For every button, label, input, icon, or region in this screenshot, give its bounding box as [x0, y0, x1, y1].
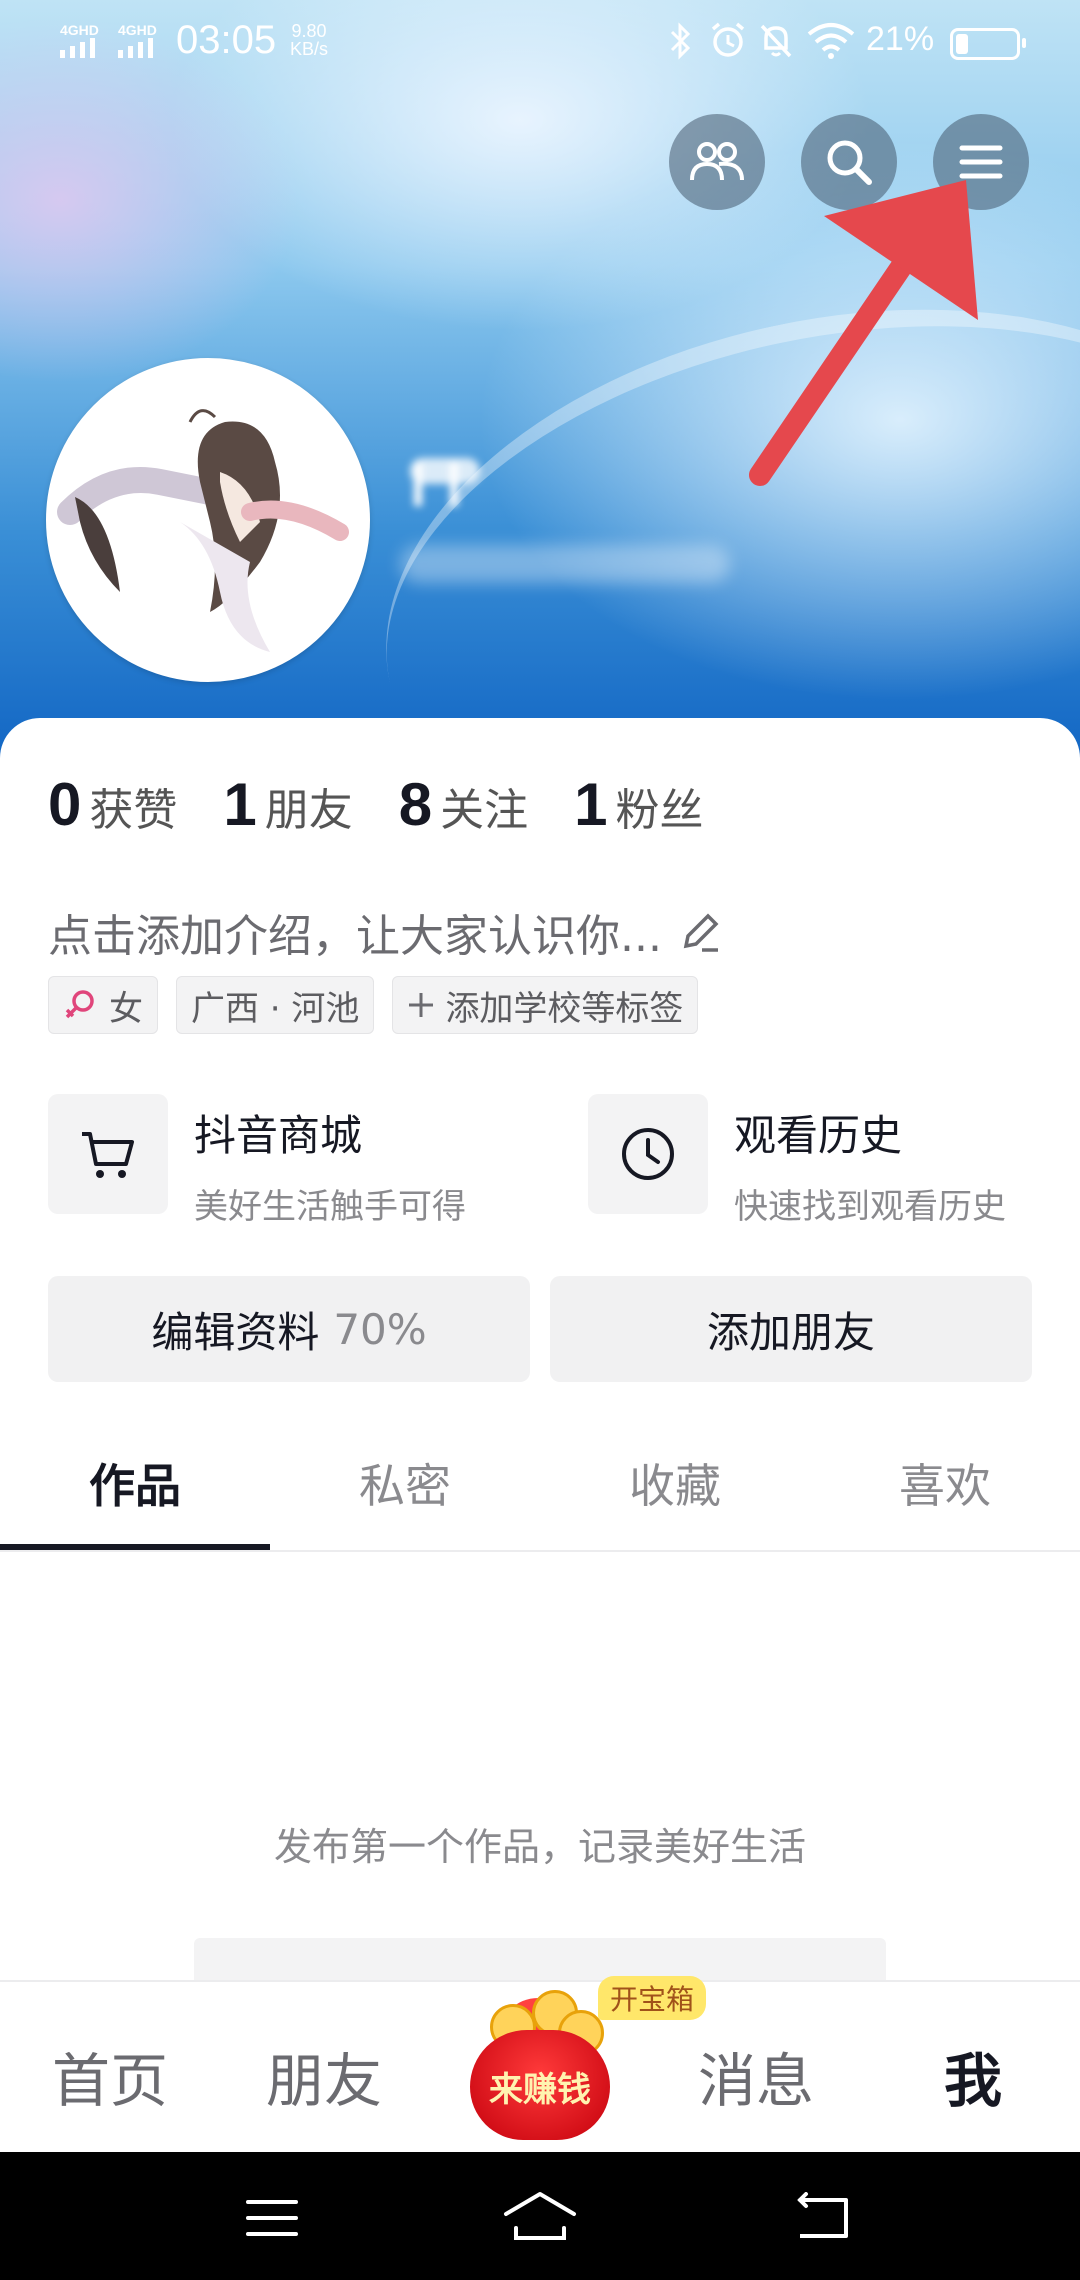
stat-likes[interactable]: 0 获赞 — [48, 770, 177, 839]
profile-completion: 70% — [333, 1304, 427, 1354]
signal-bars-icon — [118, 38, 153, 58]
mall-text: 抖音商城 美好生活触手可得 — [194, 1094, 466, 1228]
history-text: 观看历史 快速找到观看历史 — [734, 1094, 1006, 1228]
wifi-icon — [807, 23, 855, 59]
nav-messages[interactable]: 消息 — [698, 2034, 814, 2118]
nav-home[interactable]: 首页 — [52, 2034, 168, 2118]
plus-icon — [409, 993, 434, 1017]
home-icon[interactable] — [500, 2188, 580, 2244]
annotation-arrow-icon — [749, 180, 978, 486]
stat-following[interactable]: 8 关注 — [399, 770, 528, 839]
nav-me[interactable]: 我 — [944, 2034, 1002, 2118]
edit-pencil-icon — [683, 913, 719, 952]
gender-tag[interactable]: 女 — [48, 976, 158, 1034]
stat-number: 1 — [574, 771, 608, 838]
battery-percent: 21% — [866, 20, 935, 58]
recent-apps-icon[interactable] — [244, 2196, 300, 2240]
content-tabs: 作品 私密 收藏 喜欢 — [0, 1426, 1080, 1552]
stat-friends[interactable]: 1 朋友 — [223, 770, 352, 839]
active-tab-indicator — [0, 1544, 270, 1550]
tab-likes[interactable]: 喜欢 — [810, 1450, 1080, 1516]
stat-label: 关注 — [440, 785, 529, 836]
female-icon — [65, 990, 94, 1019]
add-friends-button[interactable]: 添加朋友 — [550, 1276, 1032, 1382]
user-id-redacted — [400, 545, 730, 583]
history-shortcut[interactable]: 观看历史 快速找到观看历史 — [588, 1094, 1006, 1228]
tab-favorites[interactable]: 收藏 — [540, 1450, 810, 1516]
add-tag-button[interactable]: 添加学校等标签 — [392, 976, 699, 1034]
avatar-illustration — [50, 362, 366, 678]
history-icon-box — [588, 1094, 708, 1214]
signal-bars-icon — [60, 38, 95, 58]
redacted-text-icon — [410, 458, 480, 506]
gender-label: 女 — [109, 988, 143, 1029]
tab-works[interactable]: 作品 — [0, 1450, 270, 1516]
clock: 03:05 — [176, 18, 277, 62]
stat-number: 0 — [48, 771, 82, 838]
back-icon[interactable] — [794, 2192, 854, 2242]
mall-subtitle: 美好生活触手可得 — [194, 1187, 466, 1227]
signal-2-label: 4GHD — [118, 22, 157, 38]
empty-state-text: 发布第一个作品，记录美好生活 — [273, 1825, 806, 1869]
network-speed: 9.80 KB/s — [290, 22, 328, 58]
speed-unit: KB/s — [290, 39, 329, 59]
battery-icon — [950, 28, 1026, 60]
status-bar: 4GHD 4GHD 03:05 9.80 KB/s 21% — [0, 0, 1080, 80]
alarm-icon — [711, 22, 745, 57]
cart-icon — [82, 1132, 134, 1178]
bio-placeholder: 点击添加介绍，让大家认识你... — [48, 911, 662, 962]
clock-icon — [622, 1128, 674, 1180]
bluetooth-icon — [670, 22, 691, 60]
bio-field[interactable]: 点击添加介绍，让大家认识你... — [48, 900, 722, 964]
avatar[interactable] — [46, 358, 370, 682]
nav-friends[interactable]: 朋友 — [266, 2034, 382, 2118]
friends-icon — [690, 142, 744, 181]
profile-stats: 0 获赞 1 朋友 8 关注 1 粉丝 — [48, 770, 750, 839]
earn-label: 来赚钱 — [489, 2070, 591, 2110]
speed-value: 9.80 — [291, 21, 327, 41]
history-subtitle: 快速找到观看历史 — [734, 1187, 1006, 1227]
system-nav-bar — [0, 2152, 1080, 2280]
history-title: 观看历史 — [734, 1111, 903, 1160]
mall-shortcut[interactable]: 抖音商城 美好生活触手可得 — [48, 1094, 466, 1228]
location-tag[interactable]: 广西 · 河池 — [176, 976, 375, 1034]
stat-label: 朋友 — [264, 785, 353, 836]
mute-icon — [760, 24, 792, 58]
profile-tags: 女 广西 · 河池 添加学校等标签 — [48, 976, 716, 1034]
location-label: 广西 · 河池 — [191, 988, 360, 1029]
add-friends-label: 添加朋友 — [706, 1307, 875, 1357]
earn-money-button[interactable]: 来赚钱 — [468, 1990, 612, 2140]
mall-title: 抖音商城 — [194, 1111, 363, 1160]
stat-number: 1 — [223, 771, 257, 838]
edit-profile-label: 编辑资料 — [151, 1307, 320, 1357]
stat-label: 获赞 — [89, 785, 178, 836]
add-tag-label: 添加学校等标签 — [445, 988, 684, 1029]
battery-level — [956, 34, 968, 54]
stat-followers[interactable]: 1 粉丝 — [574, 770, 703, 839]
edit-profile-button[interactable]: 编辑资料 70% — [48, 1276, 530, 1382]
mall-icon-box — [48, 1094, 168, 1214]
tab-private[interactable]: 私密 — [270, 1450, 540, 1516]
nickname-redacted — [400, 440, 510, 510]
stat-number: 8 — [398, 771, 433, 838]
signal-1-label: 4GHD — [60, 22, 99, 38]
treasure-badge[interactable]: 开宝箱 — [598, 1976, 707, 2020]
stat-label: 粉丝 — [615, 785, 704, 836]
